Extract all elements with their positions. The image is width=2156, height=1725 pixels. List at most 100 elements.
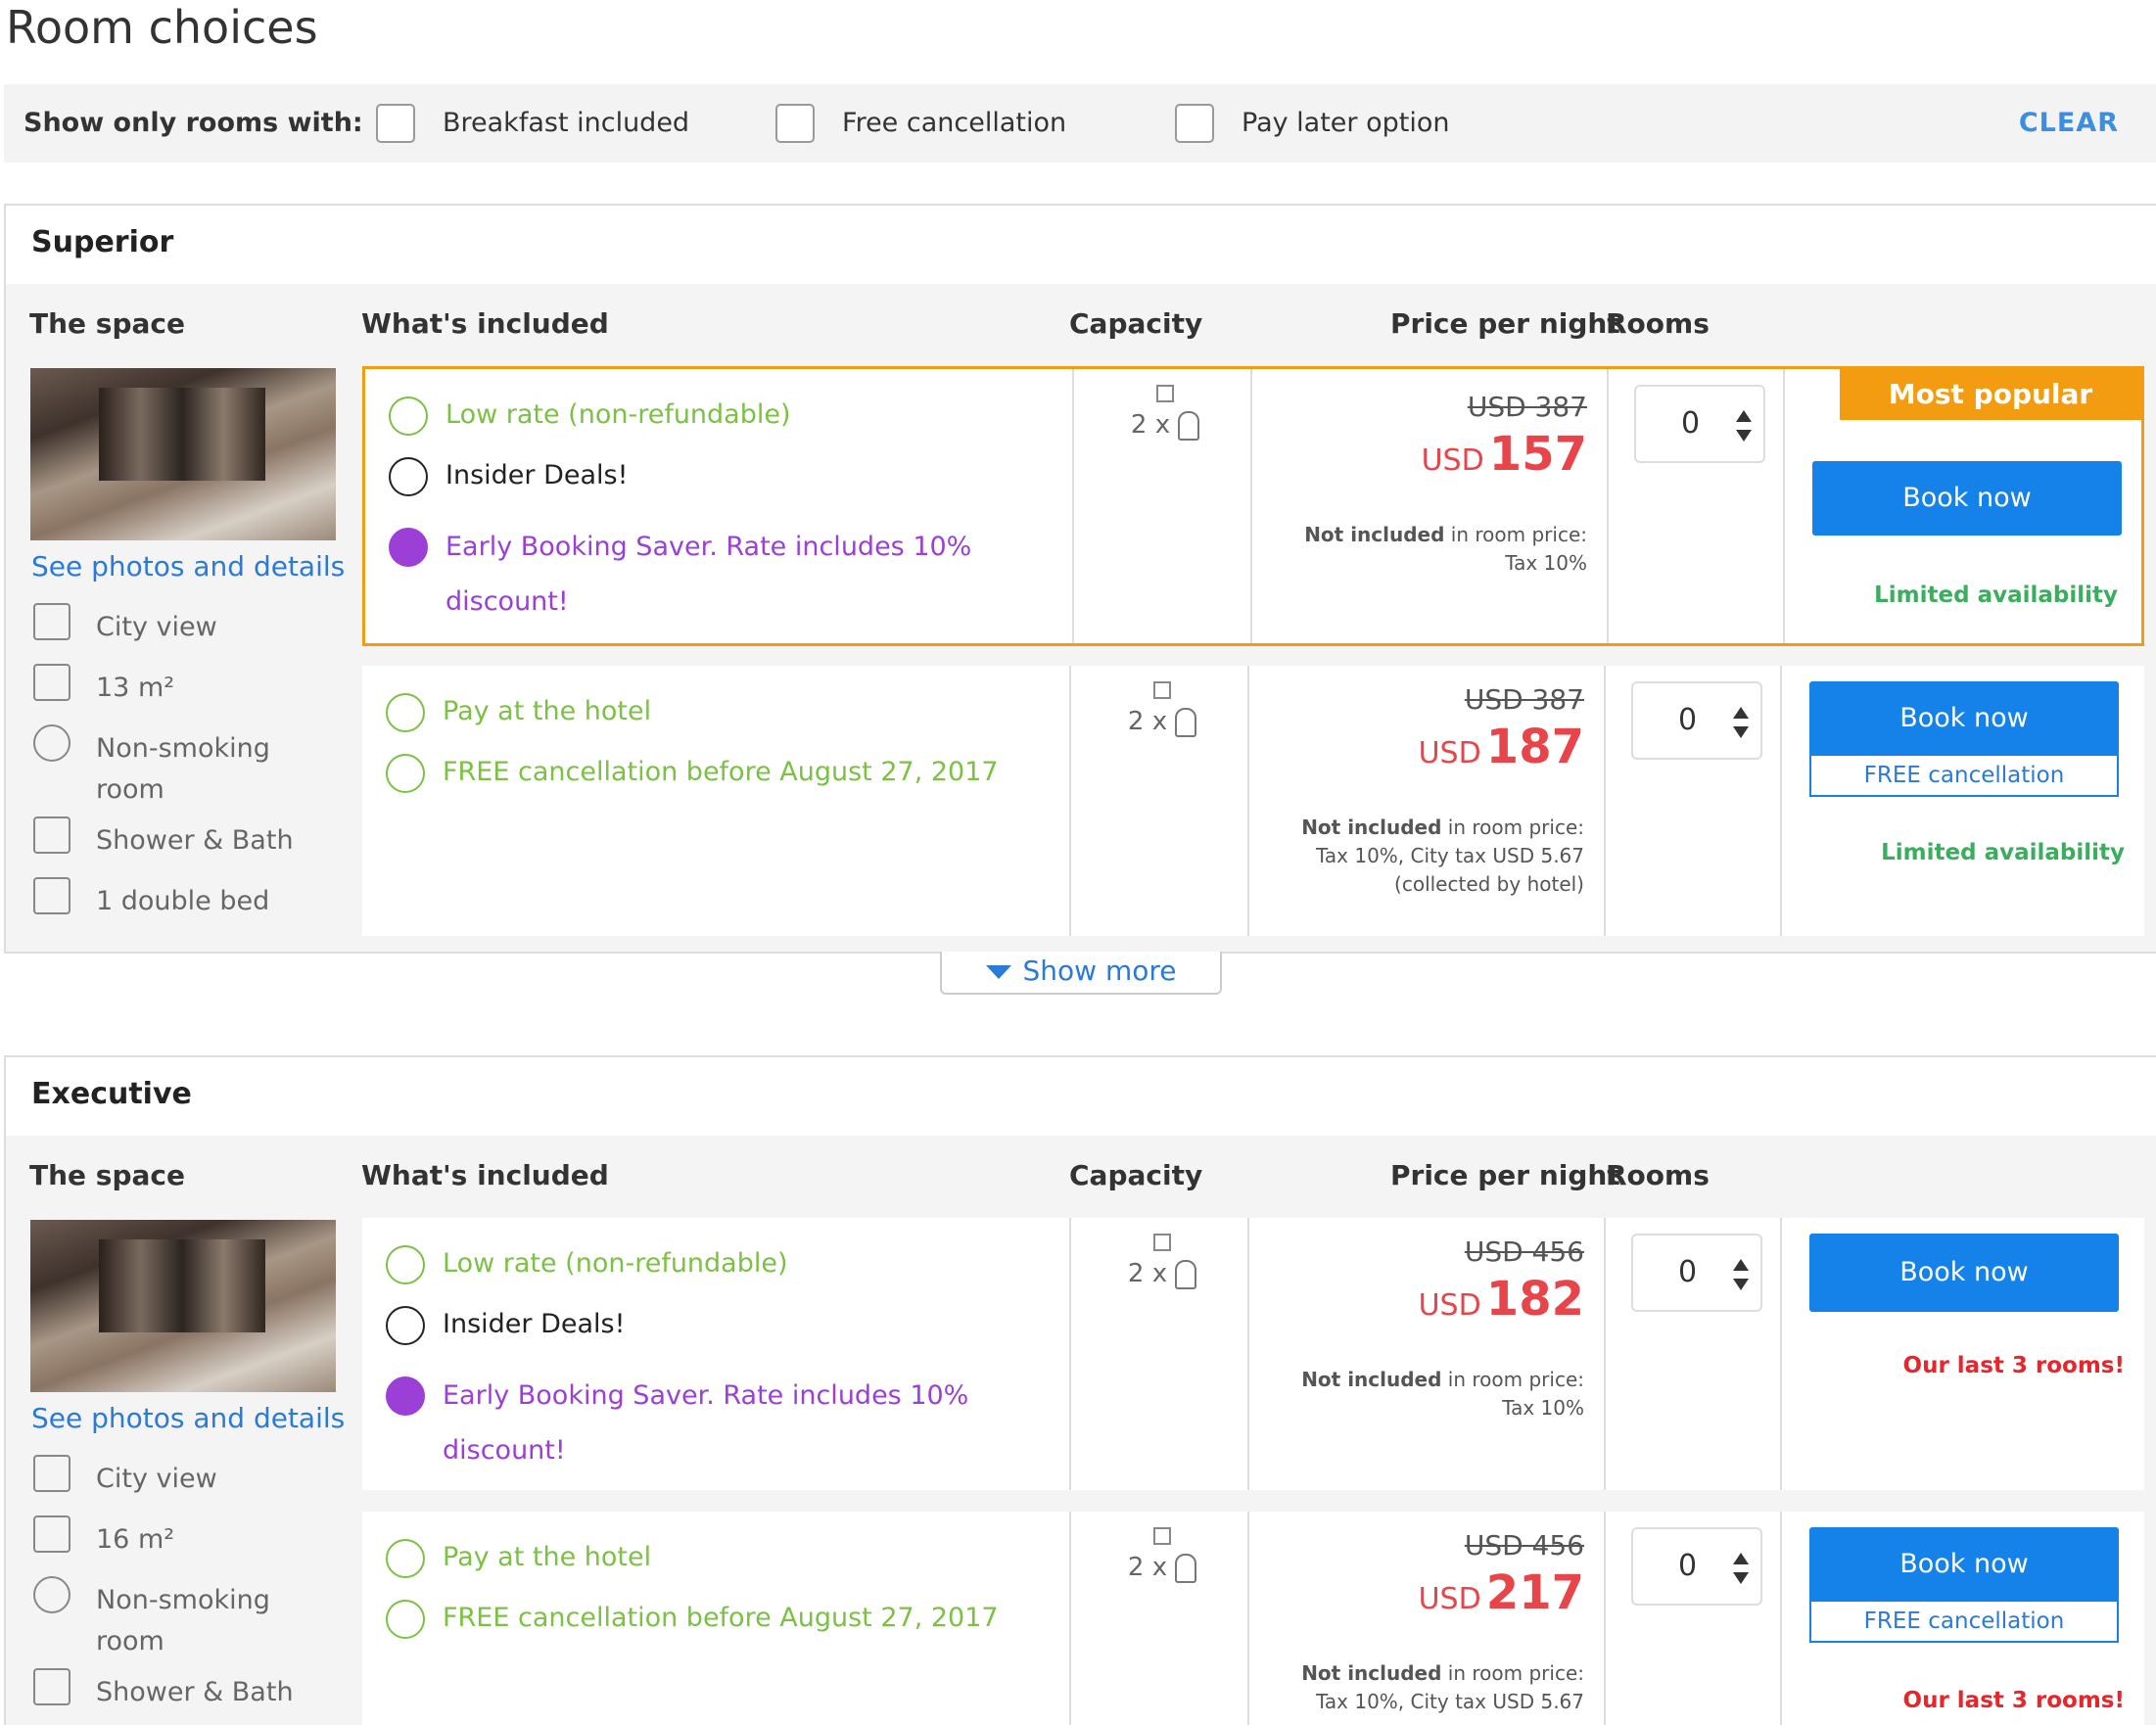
tax-note: Not included in room price: Tax 10% <box>1304 523 1587 575</box>
room-title: Superior <box>31 225 174 259</box>
see-photos-link[interactable]: See photos and details <box>31 1402 345 1434</box>
rooms-select[interactable]: 0 <box>1631 1234 1762 1312</box>
free-cancellation-label[interactable]: Free cancellation <box>842 108 1066 139</box>
col-whats-included: What's included <box>361 1159 609 1191</box>
current-price: USD 182 <box>1418 1272 1584 1327</box>
col-rooms: Rooms <box>1606 1159 1710 1191</box>
col-capacity: Capacity <box>1069 1159 1203 1191</box>
current-price: USD 217 <box>1418 1565 1584 1620</box>
info-icon <box>1156 385 1174 402</box>
old-price: USD 387 <box>1464 683 1584 716</box>
warning-icon <box>386 1245 425 1284</box>
book-now-button[interactable]: Book now <box>1809 1527 2119 1602</box>
see-photos-link[interactable]: See photos and details <box>31 550 345 583</box>
current-price: USD 187 <box>1418 720 1584 774</box>
rate-row: Pay at the hotel FREE cancellation befor… <box>362 666 2144 936</box>
inclusion-early-booking: Early Booking Saver. Rate includes 10% d… <box>389 520 1019 629</box>
tax-note: Not included in room price: Tax 10%, City… <box>1301 1661 1584 1713</box>
room-superior: Superior The space What's included Capac… <box>4 204 2156 954</box>
info-icon <box>1153 1527 1171 1545</box>
tax-note: Not included in room price: Tax 10%, City… <box>1301 816 1584 896</box>
no-smoking-icon <box>33 724 70 762</box>
info-icon <box>1153 681 1171 699</box>
cancellation-icon <box>386 754 425 793</box>
free-cancellation-tag: FREE cancellation <box>1809 1600 2119 1643</box>
current-price: USD 157 <box>1421 427 1587 482</box>
pay-later-label[interactable]: Pay later option <box>1242 108 1449 139</box>
bathtub-icon <box>33 816 70 854</box>
room-title: Executive <box>31 1077 192 1111</box>
info-icon <box>1153 1234 1171 1251</box>
old-price: USD 456 <box>1464 1235 1584 1268</box>
col-rooms: Rooms <box>1606 307 1710 340</box>
book-now-button[interactable]: Book now <box>1809 681 2119 756</box>
gift-icon <box>386 1306 425 1345</box>
room-executive: Executive The space What's included Capa… <box>4 1055 2156 1725</box>
price-block: USD 387 USD 157 Not included in room pri… <box>1250 391 1587 578</box>
window-icon <box>33 1455 70 1492</box>
rooms-select[interactable]: 0 <box>1631 681 1762 760</box>
col-price-per-night: Price per night <box>1390 1159 1620 1191</box>
hand-coin-icon <box>386 1539 425 1578</box>
book-now-button[interactable]: Book now <box>1809 1234 2119 1312</box>
availability-status: Our last 3 rooms! <box>1902 1353 2125 1378</box>
gift-icon <box>389 457 428 496</box>
filter-bar: Show only rooms with: Breakfast included… <box>4 84 2156 163</box>
room-photo[interactable] <box>30 368 336 540</box>
person-icon <box>1175 1259 1197 1289</box>
no-smoking-icon <box>33 1576 70 1613</box>
hand-coin-icon <box>386 693 425 732</box>
price-block: USD 456 USD 217 Not included in room pri… <box>1247 1529 1584 1716</box>
inclusion-insider-deals: Insider Deals! <box>386 1306 625 1345</box>
page-title: Room choices <box>6 1 318 54</box>
availability-status: Our last 3 rooms! <box>1902 1688 2125 1713</box>
star-badge-icon <box>389 528 428 567</box>
warning-icon <box>389 396 428 436</box>
most-popular-badge: Most popular choice! <box>1840 369 2141 461</box>
rooms-select[interactable]: 0 <box>1631 1527 1762 1606</box>
rate-row: Low rate (non-refundable) Insider Deals!… <box>362 1218 2144 1490</box>
bathtub-icon <box>33 1668 70 1705</box>
breakfast-checkbox[interactable] <box>376 104 415 143</box>
inclusion-insider-deals: Insider Deals! <box>389 457 628 496</box>
old-price: USD 456 <box>1464 1529 1584 1562</box>
inclusion-low-rate: Low rate (non-refundable) <box>386 1245 788 1284</box>
inclusion-pay-at-hotel: Pay at the hotel <box>386 693 651 732</box>
pay-later-checkbox[interactable] <box>1175 104 1214 143</box>
window-icon <box>33 603 70 640</box>
inclusion-free-cancellation: FREE cancellation before August 27, 2017 <box>386 754 999 793</box>
book-now-button[interactable]: Book now <box>1812 461 2122 536</box>
col-the-space: The space <box>29 1159 185 1191</box>
person-icon <box>1175 1553 1197 1583</box>
house-icon <box>33 1515 70 1553</box>
show-more-button[interactable]: Show more <box>940 952 1222 995</box>
rate-row: Pay at the hotel FREE cancellation befor… <box>362 1512 2144 1725</box>
breakfast-label[interactable]: Breakfast included <box>443 108 689 139</box>
free-cancellation-tag: FREE cancellation <box>1809 754 2119 797</box>
col-whats-included: What's included <box>361 307 609 340</box>
capacity: 2 x <box>1069 681 1255 737</box>
rooms-select[interactable]: 0 <box>1634 385 1765 463</box>
capacity: 2 x <box>1072 385 1258 441</box>
filter-label: Show only rooms with: <box>23 108 363 138</box>
person-icon <box>1178 410 1200 441</box>
person-icon <box>1175 707 1197 737</box>
availability-status: Limited availability <box>1874 583 2118 608</box>
clear-filters-link[interactable]: CLEAR <box>2019 108 2119 139</box>
inclusion-low-rate: Low rate (non-refundable) <box>389 396 791 436</box>
capacity: 2 x <box>1069 1234 1255 1289</box>
cancellation-icon <box>386 1600 425 1639</box>
col-the-space: The space <box>29 307 185 340</box>
free-cancellation-checkbox[interactable] <box>775 104 815 143</box>
price-block: USD 387 USD 187 Not included in room pri… <box>1247 683 1584 899</box>
room-photo[interactable] <box>30 1220 336 1392</box>
tax-note: Not included in room price: Tax 10% <box>1301 1368 1584 1420</box>
col-price-per-night: Price per night <box>1390 307 1620 340</box>
inclusion-free-cancellation: FREE cancellation before August 27, 2017 <box>386 1600 999 1639</box>
house-icon <box>33 664 70 701</box>
caret-down-icon <box>985 965 1011 979</box>
bed-icon <box>33 877 70 914</box>
price-block: USD 456 USD 182 Not included in room pri… <box>1247 1235 1584 1422</box>
capacity: 2 x <box>1069 1527 1255 1583</box>
old-price: USD 387 <box>1467 391 1587 423</box>
